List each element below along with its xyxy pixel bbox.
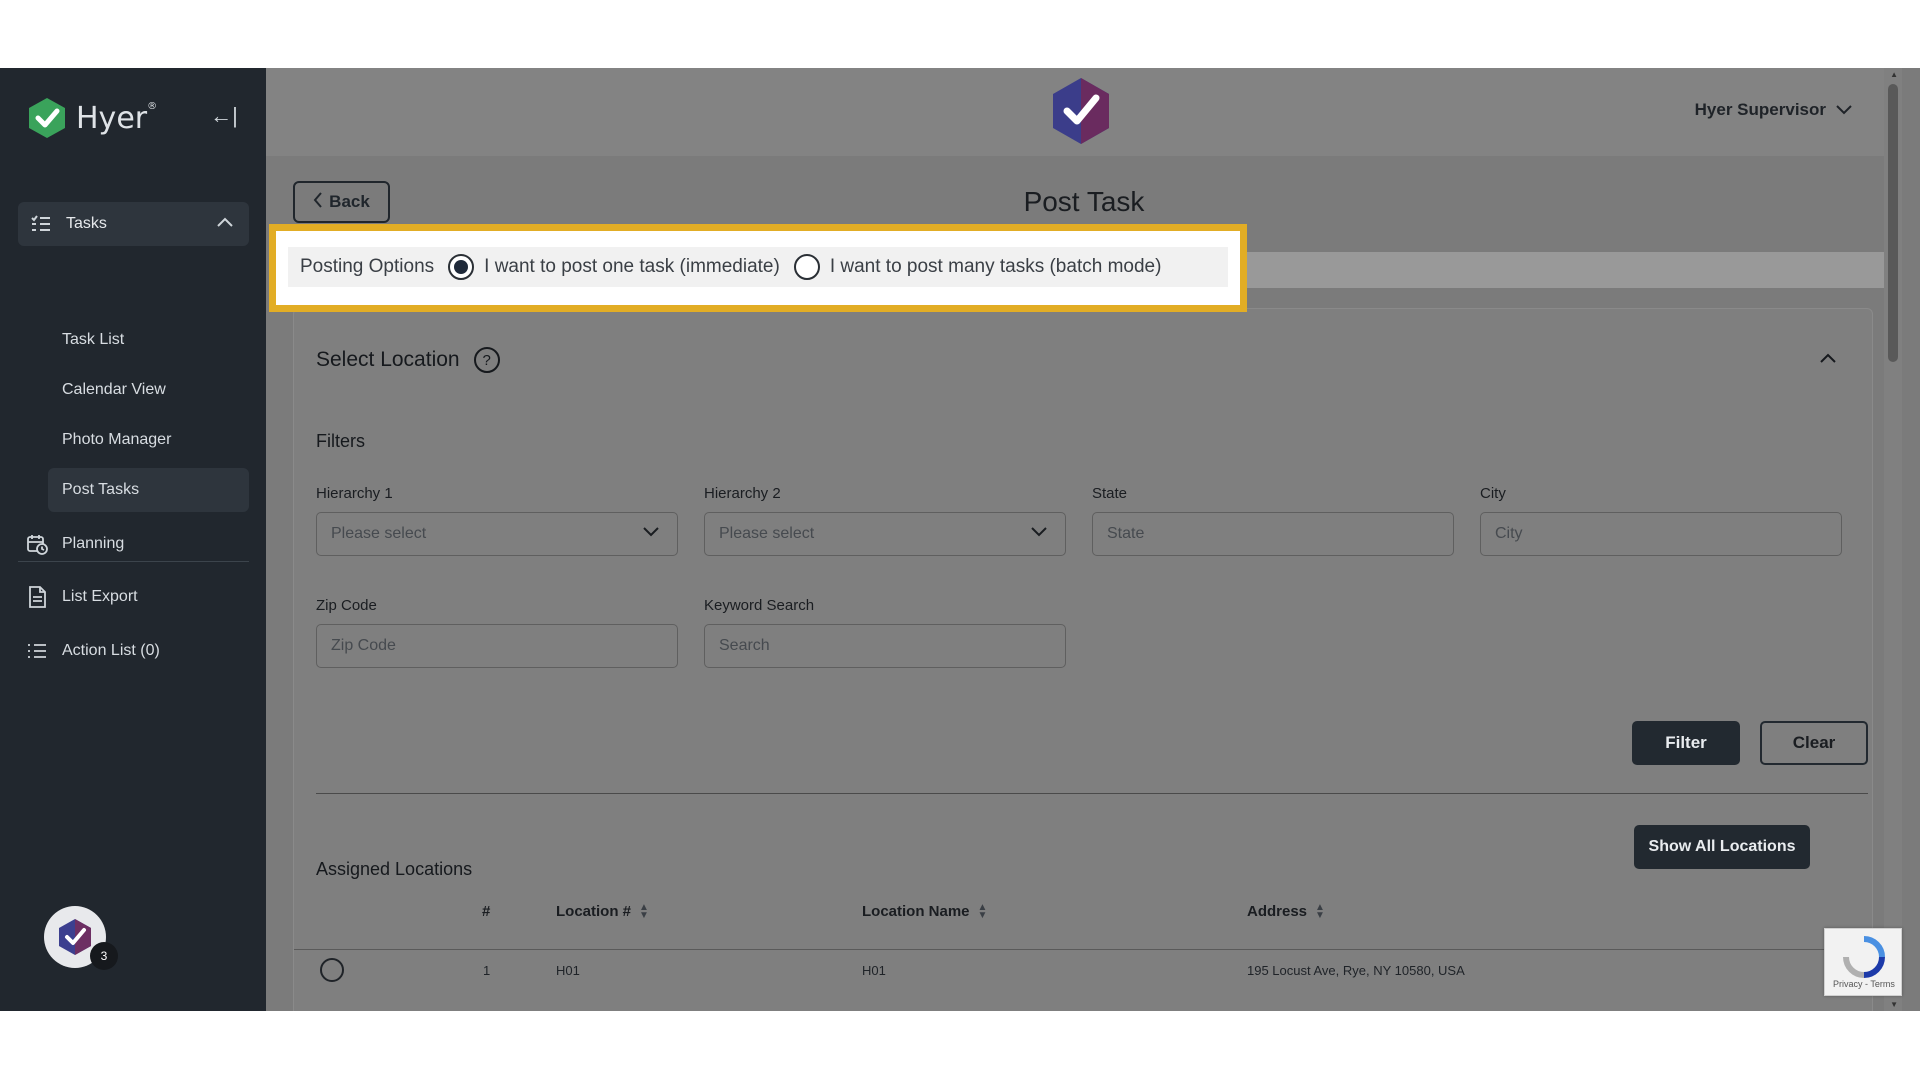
cell-address: 195 Locust Ave, Rye, NY 10580, USA — [1247, 963, 1465, 978]
state-placeholder: State — [1107, 525, 1145, 542]
zip-label: Zip Code — [316, 597, 377, 614]
collapse-sidebar-icon[interactable]: ←| — [210, 102, 238, 130]
app-logo-icon — [1053, 78, 1109, 144]
column-header-address[interactable]: Address ▲ ▼ — [1247, 901, 1325, 921]
hierarchy1-placeholder: Please select — [331, 525, 427, 542]
sidebar-item-action-list-label: Action List (0) — [62, 642, 160, 659]
app-logo-icon — [59, 919, 91, 955]
scroll-down-icon[interactable]: ▼ — [1890, 1000, 1898, 1009]
assigned-locations-title: Assigned Locations — [316, 859, 473, 879]
post-one-task-radio[interactable] — [448, 254, 475, 280]
calendar-clock-icon — [26, 533, 48, 555]
center-logo[interactable] — [1049, 76, 1113, 151]
post-many-tasks-label[interactable]: I want to post many tasks (batch mode) — [830, 256, 1162, 278]
hierarchy2-placeholder: Please select — [719, 525, 815, 542]
document-icon — [26, 586, 48, 608]
brand-trademark: ® — [147, 100, 158, 112]
state-input[interactable]: State — [1092, 512, 1454, 556]
brand-name: Hyer — [76, 100, 148, 136]
hierarchy2-select[interactable]: Please select — [704, 512, 1066, 556]
column-header-location-name-label: Location Name — [862, 903, 970, 920]
cell-location-name: H01 — [862, 963, 886, 978]
sidebar-item-list-export-label: List Export — [62, 588, 138, 605]
notification-badge: 3 — [90, 942, 118, 970]
scrollbar[interactable]: ▲ ▼ — [1884, 68, 1902, 1011]
column-header-location-number[interactable]: Location # ▲ ▼ — [556, 901, 649, 921]
sidebar-group-tasks[interactable]: Tasks — [18, 202, 249, 246]
column-header-number-label: # — [482, 903, 491, 920]
state-label: State — [1092, 485, 1128, 502]
show-all-locations-button[interactable]: Show All Locations — [1634, 825, 1810, 869]
main-content: Hyer Supervisor Back Post Task Select Lo… — [266, 68, 1902, 1011]
sidebar-item-list-export[interactable]: List Export — [26, 577, 246, 617]
keyword-search-input[interactable]: Search — [704, 624, 1066, 668]
filter-button[interactable]: Filter — [1632, 721, 1740, 765]
recaptcha-icon — [1843, 936, 1885, 978]
city-placeholder: City — [1495, 525, 1523, 542]
hierarchy1-label: Hierarchy 1 — [316, 485, 393, 502]
top-bar: Hyer Supervisor — [266, 68, 1902, 156]
cell-number: 1 — [483, 963, 491, 978]
sidebar-item-calendar-view[interactable]: Calendar View — [48, 368, 249, 412]
recaptcha-links[interactable]: Privacy - Terms — [1833, 979, 1895, 989]
sidebar-item-planning-label: Planning — [62, 535, 125, 552]
hierarchy1-select[interactable]: Please select — [316, 512, 678, 556]
sidebar-group-tasks-label: Tasks — [66, 215, 107, 232]
section-divider — [316, 793, 1868, 794]
chevron-down-icon — [1836, 100, 1852, 120]
app-frame: Hyer® ←| Tasks Task List Calendar View P… — [0, 68, 1920, 1011]
user-menu[interactable]: Hyer Supervisor — [1695, 100, 1852, 120]
zip-placeholder: Zip Code — [331, 637, 396, 654]
scroll-up-icon[interactable]: ▲ — [1890, 70, 1898, 79]
select-location-header: Select Location ? — [316, 347, 500, 373]
sidebar-item-photo-manager[interactable]: Photo Manager — [48, 418, 249, 462]
sidebar-item-task-list[interactable]: Task List — [48, 318, 249, 362]
post-many-tasks-option[interactable]: I want to post many tasks (batch mode) — [793, 254, 1162, 280]
scrollbar-thumb[interactable] — [1888, 84, 1898, 362]
sidebar-item-action-list[interactable]: Action List (0) — [26, 631, 246, 671]
page-title: Post Task — [1023, 186, 1145, 217]
sidebar-item-post-tasks[interactable]: Post Tasks — [48, 468, 249, 512]
zip-input[interactable]: Zip Code — [316, 624, 678, 668]
select-location-title: Select Location — [316, 348, 460, 371]
city-label: City — [1480, 485, 1506, 502]
sidebar-item-planning[interactable]: Planning — [26, 524, 246, 564]
column-header-location-name[interactable]: Location Name ▲ ▼ — [862, 901, 988, 921]
brand-logo[interactable]: Hyer® — [26, 96, 157, 140]
table-header-divider — [294, 949, 1874, 950]
sort-icon: ▲ ▼ — [977, 901, 988, 921]
post-many-tasks-radio[interactable] — [793, 254, 820, 280]
chevron-down-icon — [1031, 524, 1047, 542]
column-header-number[interactable]: # — [482, 903, 490, 920]
posting-options-highlight: Posting Options I want to post one task … — [269, 224, 1247, 312]
chevron-up-icon[interactable] — [1820, 347, 1836, 368]
keyword-placeholder: Search — [719, 637, 770, 654]
chevron-down-icon — [643, 524, 659, 542]
city-input[interactable]: City — [1480, 512, 1842, 556]
post-one-task-option[interactable]: I want to post one task (immediate) — [448, 254, 780, 280]
row-select-radio[interactable] — [320, 958, 344, 982]
task-list-icon — [30, 213, 52, 235]
keyword-label: Keyword Search — [704, 597, 815, 614]
sidebar-divider — [18, 561, 249, 562]
filters-title: Filters — [316, 431, 365, 451]
posting-options: Posting Options I want to post one task … — [288, 247, 1228, 287]
sort-icon: ▲ ▼ — [1315, 901, 1325, 921]
chevron-up-icon — [217, 214, 233, 230]
column-header-address-label: Address — [1247, 903, 1308, 920]
cell-location-number: H01 — [556, 963, 580, 978]
sort-icon: ▲ ▼ — [639, 901, 649, 921]
column-header-location-number-label: Location # — [556, 903, 632, 920]
hierarchy2-label: Hierarchy 2 — [704, 485, 781, 502]
post-one-task-label[interactable]: I want to post one task (immediate) — [484, 256, 780, 278]
hyer-check-logo-icon — [29, 98, 65, 138]
select-location-card: Select Location ? Filters Hierarchy 1 Pl… — [293, 308, 1874, 1011]
help-icon[interactable]: ? — [473, 347, 500, 373]
sidebar: Hyer® ←| Tasks Task List Calendar View P… — [0, 68, 266, 1011]
list-icon — [26, 640, 48, 662]
clear-button[interactable]: Clear — [1760, 721, 1868, 765]
user-name: Hyer Supervisor — [1694, 100, 1826, 119]
posting-options-label: Posting Options — [300, 256, 435, 277]
recaptcha-badge[interactable]: Privacy - Terms — [1824, 928, 1902, 996]
